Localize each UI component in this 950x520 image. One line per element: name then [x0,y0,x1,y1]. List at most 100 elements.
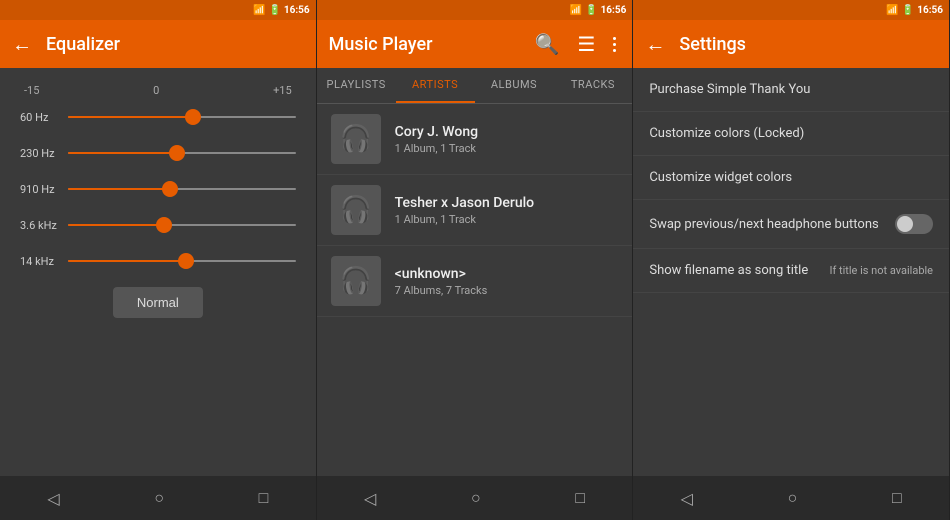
nav-recent-mp[interactable]: □ [575,488,585,508]
eq-slider-230hz[interactable] [68,143,296,163]
wifi-icon-mp: 📶 [570,5,582,16]
equalizer-panel: 📶 🔋 16:56 ← Equalizer -15 0 +15 60 Hz [0,0,317,520]
eq-label-230hz: 230 Hz [20,147,60,160]
status-bar-st: 📶 🔋 16:56 [633,0,949,20]
nav-recent-st[interactable]: □ [892,488,902,508]
artist-avatar-2: 🎧 [331,256,381,306]
status-icons-st: 📶 🔋 16:56 [886,5,943,16]
status-bar-eq: 📶 🔋 16:56 [0,0,316,20]
nav-back-mp[interactable]: ◁ [364,489,376,508]
eq-header: ← Equalizer [0,20,316,68]
eq-label-60hz: 60 Hz [20,111,60,124]
time-mp: 16:56 [601,5,627,16]
headphone-icon-2: 🎧 [339,266,371,296]
settings-text-1: Customize colors (Locked) [649,126,933,141]
eq-preset-button[interactable]: Normal [113,287,203,318]
settings-text-3: Swap previous/next headphone buttons [649,217,895,232]
nav-bar-mp: ◁ ○ □ [317,476,633,520]
nav-bar-eq: ◁ ○ □ [0,476,316,520]
eq-scale-mid: 0 [153,84,159,97]
artist-info-2: <unknown> 7 Albums, 7 Tracks [395,266,488,297]
tab-artists[interactable]: ARTISTS [396,68,475,103]
back-button-eq[interactable]: ← [12,32,32,57]
tab-tracks[interactable]: TRACKS [553,68,632,103]
wifi-icon: 📶 [253,5,265,16]
battery-icon-st: 🔋 [902,5,914,16]
artist-name-0: Cory J. Wong [395,124,478,140]
status-icons-eq: 📶 🔋 16:56 [253,5,310,16]
eq-content: -15 0 +15 60 Hz 230 Hz [0,68,316,476]
settings-item-1[interactable]: Customize colors (Locked) [633,112,949,156]
battery-icon-mp: 🔋 [585,5,597,16]
nav-bar-st: ◁ ○ □ [633,476,949,520]
nav-back-eq[interactable]: ◁ [47,489,59,508]
artist-info-0: Cory J. Wong 1 Album, 1 Track [395,124,478,155]
artist-item-1[interactable]: 🎧 Tesher x Jason Derulo 1 Album, 1 Track [317,175,633,246]
artist-avatar-0: 🎧 [331,114,381,164]
eq-slider-910hz[interactable] [68,179,296,199]
headphone-icon-1: 🎧 [339,195,371,225]
toggle-knob-3 [897,216,913,232]
settings-list: Purchase Simple Thank You Customize colo… [633,68,949,476]
eq-row-3khz: 3.6 kHz [20,215,296,235]
status-icons-mp: 📶 🔋 16:56 [570,5,627,16]
search-button-mp[interactable]: 🔍 [531,28,564,60]
artist-info-1: Tesher x Jason Derulo 1 Album, 1 Track [395,195,534,226]
mp-tabs: PLAYLISTS ARTISTS ALBUMS TRACKS [317,68,633,104]
eq-scale-low: -15 [24,84,39,97]
eq-row-60hz: 60 Hz [20,107,296,127]
settings-text-0: Purchase Simple Thank You [649,82,933,97]
artist-name-1: Tesher x Jason Derulo [395,195,534,211]
eq-label-910hz: 910 Hz [20,183,60,196]
tab-albums[interactable]: ALBUMS [475,68,554,103]
settings-text-2: Customize widget colors [649,170,933,185]
tab-playlists[interactable]: PLAYLISTS [317,68,396,103]
time-st: 16:56 [917,5,943,16]
eq-slider-14khz[interactable] [68,251,296,271]
wifi-icon-st: 📶 [886,5,898,16]
eq-row-230hz: 230 Hz [20,143,296,163]
nav-recent-eq[interactable]: □ [259,488,269,508]
settings-title: Settings [679,34,937,55]
settings-item-0[interactable]: Purchase Simple Thank You [633,68,949,112]
artist-name-2: <unknown> [395,266,488,282]
eq-scale-high: +15 [273,84,292,97]
mp-header: Music Player 🔍 ☰ [317,20,633,68]
time-eq: 16:56 [284,5,310,16]
artist-meta-0: 1 Album, 1 Track [395,142,478,155]
artist-avatar-1: 🎧 [331,185,381,235]
artist-item-2[interactable]: 🎧 <unknown> 7 Albums, 7 Tracks [317,246,633,317]
status-bar-mp: 📶 🔋 16:56 [317,0,633,20]
settings-item-4[interactable]: Show filename as song title If title is … [633,249,949,293]
settings-header: ← Settings [633,20,949,68]
headphone-icon-0: 🎧 [339,124,371,154]
eq-label-3khz: 3.6 kHz [20,219,60,232]
eq-slider-3khz[interactable] [68,215,296,235]
battery-icon: 🔋 [268,5,280,16]
eq-title: Equalizer [46,34,304,55]
mp-title: Music Player [329,34,521,55]
artist-list: 🎧 Cory J. Wong 1 Album, 1 Track 🎧 Tesher… [317,104,633,476]
music-player-panel: 📶 🔋 16:56 Music Player 🔍 ☰ PLAYLISTS ART… [317,0,634,520]
eq-label-14khz: 14 kHz [20,255,60,268]
sort-button-mp[interactable]: ☰ [573,28,599,60]
artist-meta-2: 7 Albums, 7 Tracks [395,284,488,297]
artist-item-0[interactable]: 🎧 Cory J. Wong 1 Album, 1 Track [317,104,633,175]
nav-home-eq[interactable]: ○ [154,488,164,508]
swap-headphone-toggle[interactable] [895,214,933,234]
eq-scale-labels: -15 0 +15 [20,84,296,97]
settings-panel: 📶 🔋 16:56 ← Settings Purchase Simple Tha… [633,0,950,520]
nav-home-mp[interactable]: ○ [471,488,481,508]
artist-meta-1: 1 Album, 1 Track [395,213,534,226]
settings-text-4: Show filename as song title [649,263,821,278]
eq-sliders-area: -15 0 +15 60 Hz 230 Hz [0,68,316,476]
nav-home-st[interactable]: ○ [788,488,798,508]
eq-row-910hz: 910 Hz [20,179,296,199]
overflow-menu-mp[interactable] [609,33,620,56]
settings-item-2[interactable]: Customize widget colors [633,156,949,200]
nav-back-st[interactable]: ◁ [681,489,693,508]
eq-row-14khz: 14 kHz [20,251,296,271]
settings-item-3[interactable]: Swap previous/next headphone buttons [633,200,949,249]
back-button-settings[interactable]: ← [645,32,665,57]
eq-slider-60hz[interactable] [68,107,296,127]
